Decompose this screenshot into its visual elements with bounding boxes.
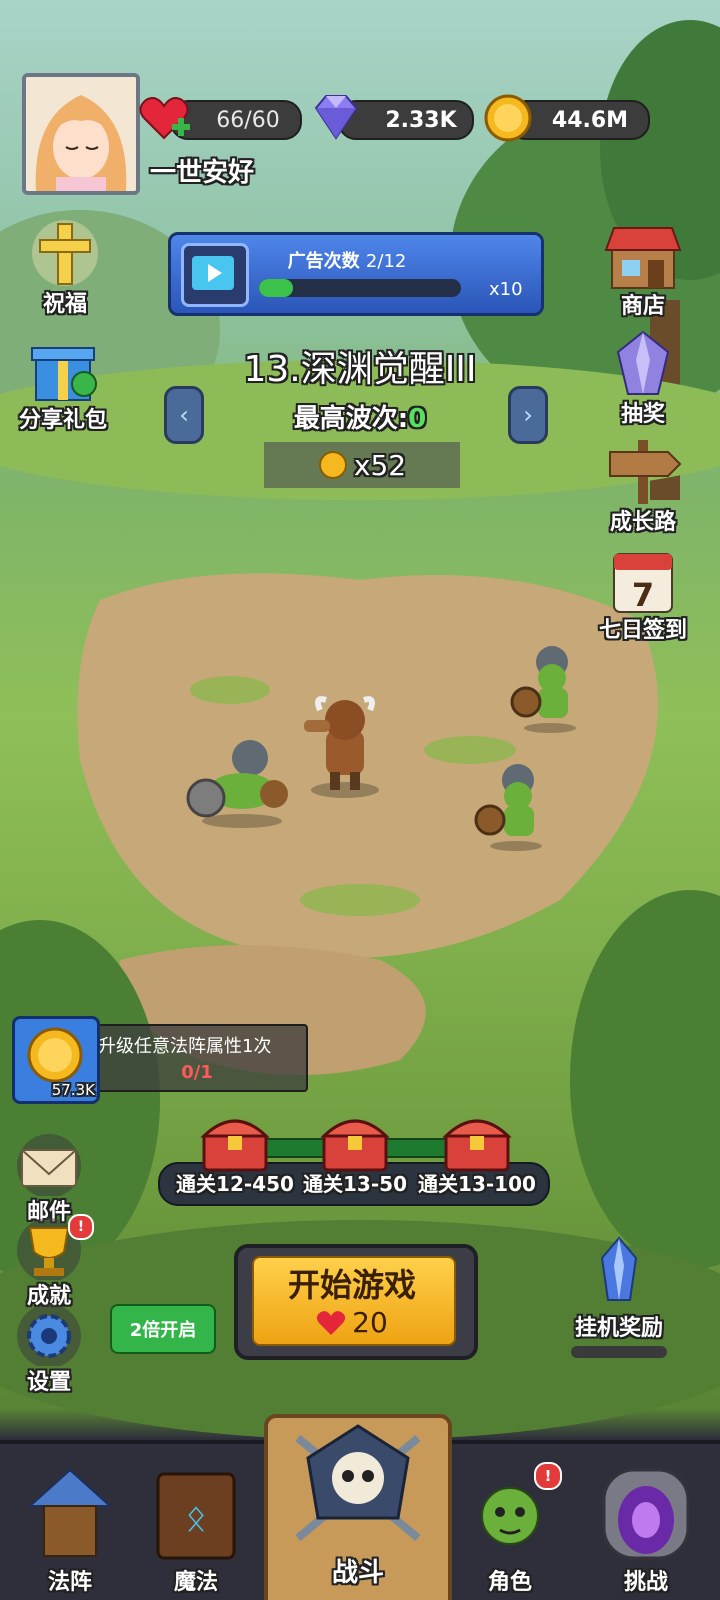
skull-swords-icon [295, 1424, 421, 1542]
seven-day-label: 七日签到 [598, 618, 687, 643]
ad-progress-fill [259, 279, 294, 297]
seven-day-signin-button[interactable]: 7 七日签到 [588, 546, 698, 644]
chevron-right-icon: › [523, 401, 533, 429]
nav-character-label: 角色 [487, 1570, 532, 1595]
hearts-value: 66/60 [216, 107, 280, 133]
gems-value: 2.33K [385, 107, 457, 133]
player-name: 一世安好 [150, 158, 255, 188]
nav-array-label: 法阵 [47, 1570, 92, 1595]
goblin-enemy-fallen [186, 740, 288, 828]
play-icon [192, 256, 234, 290]
treasure-chest-icon [442, 1119, 512, 1172]
svg-text:ᛟ: ᛟ [185, 1498, 207, 1539]
calendar-icon: 7 [613, 553, 673, 614]
shop-icon [604, 227, 682, 289]
chest-label: 通关13-50 [303, 1172, 407, 1196]
portal-icon [602, 1468, 690, 1560]
character-alert-badge: ! [534, 1462, 562, 1490]
quest-panel[interactable]: 升级任意法阵属性1次 0/1 [86, 1024, 308, 1092]
heart-icon [317, 1310, 346, 1335]
chest-reward[interactable] [318, 1106, 392, 1176]
idle-crystal-icon [600, 1236, 638, 1301]
nav-battle[interactable]: 战斗 [264, 1414, 452, 1600]
next-stage-button[interactable]: › [508, 386, 548, 444]
growth-path-label: 成长路 [609, 510, 676, 535]
coin-icon [484, 94, 532, 142]
start-game-button[interactable]: 开始游戏 20 [234, 1244, 478, 1360]
best-wave-row: 最高波次:0 [0, 398, 720, 435]
avatar-portrait [26, 77, 136, 191]
start-cost-value: 20 [352, 1306, 388, 1339]
signpost-icon [609, 440, 682, 504]
start-game-label: 开始游戏 [287, 1266, 416, 1304]
coin-reward-value: x52 [353, 448, 407, 482]
goblin-enemy-bottom [474, 764, 542, 851]
game-screen: 一世安好 66/60 2.33K 44.6M 祝福 分享礼包 商店 抽奖 成长路… [0, 0, 720, 1600]
tower-icon [27, 1468, 113, 1557]
minotaur-character [304, 696, 379, 798]
play-video-button[interactable] [181, 243, 249, 307]
prev-stage-button[interactable]: ‹ [164, 386, 204, 444]
envelope-icon [17, 1134, 81, 1198]
shop-label: 商店 [620, 294, 665, 319]
calendar-day: 7 [632, 576, 654, 614]
growth-path-button[interactable]: 成长路 [588, 438, 698, 536]
ad-multiplier: x10 [489, 279, 523, 300]
nav-array[interactable]: 法阵 [10, 1460, 130, 1600]
player-avatar[interactable] [22, 73, 140, 195]
stage-title: 13.深渊觉醒III [243, 349, 477, 390]
bless-label: 祝福 [42, 292, 87, 317]
double-speed-button[interactable]: 2倍开启 [110, 1304, 216, 1354]
chest-reward[interactable] [440, 1106, 514, 1176]
quest-text: 升级任意法阵属性1次 [98, 1036, 272, 1057]
start-cost-row: 20 [238, 1306, 466, 1339]
mail-button[interactable]: 邮件 [0, 1134, 104, 1226]
idle-reward-button[interactable]: 挂机奖励 [566, 1236, 672, 1358]
chest-label: 通关12-450 [176, 1172, 294, 1196]
idle-reward-label: 挂机奖励 [574, 1316, 663, 1341]
nav-magic-label: 魔法 [173, 1570, 218, 1595]
goblin-enemy-right [510, 646, 576, 733]
achievement-alert-badge: ! [68, 1214, 94, 1240]
ad-count-value: 2/12 [365, 251, 407, 272]
settings-label: 设置 [26, 1370, 71, 1395]
settings-button[interactable]: 设置 [0, 1304, 104, 1396]
gear-icon [17, 1304, 81, 1368]
treasure-chest-icon [320, 1119, 390, 1172]
chest-label: 通关13-100 [418, 1172, 536, 1196]
shop-button[interactable]: 商店 [588, 222, 698, 320]
nav-challenge-label: 挑战 [623, 1570, 668, 1595]
coin-small-icon [318, 451, 347, 479]
heart-add-icon[interactable] [138, 94, 194, 144]
quest-reward[interactable]: 57.3K [12, 1016, 100, 1104]
coins-value: 44.6M [551, 107, 629, 133]
treasure-chest-icon [200, 1119, 270, 1172]
bless-button[interactable]: 祝福 [10, 218, 120, 318]
quest-progress: 0/1 [181, 1062, 213, 1083]
ad-count-label: 广告次数 [287, 251, 360, 272]
nav-battle-label: 战斗 [331, 1558, 384, 1588]
ad-progress-track [259, 279, 461, 297]
quest-reward-amount: 57.3K [51, 1081, 95, 1099]
ad-panel[interactable]: 广告次数 2/12 x10 [168, 232, 544, 316]
best-wave-value: 0 [408, 404, 427, 434]
chest-reward[interactable] [198, 1106, 272, 1176]
cross-icon [32, 220, 98, 286]
nav-magic[interactable]: ᛟ 魔法 [134, 1460, 258, 1600]
idle-reward-bar [571, 1346, 667, 1358]
chevron-left-icon: ‹ [179, 401, 189, 429]
coin-reward: x52 [264, 442, 460, 488]
nav-challenge[interactable]: 挑战 [586, 1460, 706, 1600]
diamond-icon [314, 95, 358, 140]
spellbook-icon: ᛟ [156, 1472, 236, 1560]
best-wave-label: 最高波次: [293, 404, 409, 434]
ad-count-row: 广告次数 2/12 [257, 247, 437, 273]
